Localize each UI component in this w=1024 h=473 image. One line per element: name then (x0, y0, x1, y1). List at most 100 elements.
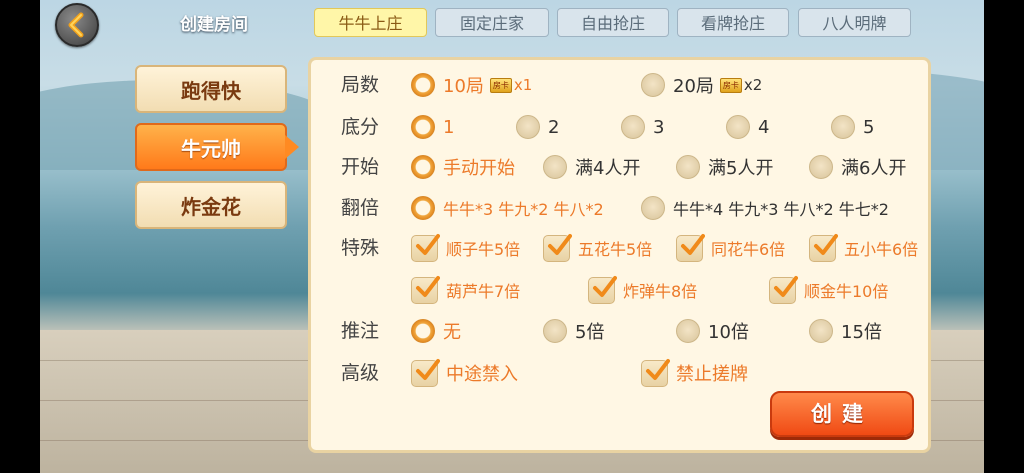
option-label: 同花牛6倍 (711, 240, 786, 259)
option-label: 10倍 (708, 322, 749, 343)
radio-unselected[interactable] (809, 155, 833, 179)
double-row: 翻倍 牛牛*3 牛九*2 牛八*2 牛牛*4 牛九*3 牛八*2 牛七*2 (311, 193, 928, 223)
start-option-6[interactable]: 满6人开 (809, 152, 906, 182)
bet-option-10[interactable]: 10倍 (676, 316, 749, 346)
start-row: 开始 手动开始 满4人开 满5人开 满6人开 (311, 152, 928, 182)
option-label: 3 (653, 116, 665, 138)
tab-eight-players[interactable]: 八人明牌 (798, 8, 911, 37)
start-option-5[interactable]: 满5人开 (676, 152, 773, 182)
option-label: 牛牛*4 牛九*3 牛八*2 牛七*2 (673, 200, 889, 219)
room-card-icon: 房卡 (719, 77, 742, 93)
special-option-five-small[interactable]: 五小牛6倍 (809, 233, 918, 263)
base-option-1[interactable]: 1 (411, 112, 454, 142)
radio-unselected[interactable] (831, 115, 855, 139)
tab-fixed-banker[interactable]: 固定庄家 (435, 8, 549, 37)
check-icon (416, 358, 440, 380)
base-option-3[interactable]: 3 (621, 112, 664, 142)
check-icon (416, 233, 440, 255)
radio-unselected[interactable] (621, 115, 645, 139)
checkbox-checked[interactable] (769, 275, 798, 304)
option-label: 2 (548, 116, 560, 138)
checkbox-checked[interactable] (411, 233, 440, 262)
back-button[interactable] (55, 3, 99, 47)
radio-selected[interactable] (411, 319, 435, 343)
option-label: 5 (863, 116, 875, 138)
special-option-full-house[interactable]: 葫芦牛7倍 (411, 275, 520, 305)
checkbox-checked[interactable] (411, 275, 440, 304)
radio-unselected[interactable] (641, 196, 665, 220)
radio-selected[interactable] (411, 73, 435, 97)
checkbox-checked[interactable] (543, 233, 572, 262)
start-label: 开始 (341, 156, 380, 178)
radio-unselected[interactable] (543, 155, 567, 179)
option-label: 满6人开 (841, 158, 907, 179)
checkbox-checked[interactable] (588, 275, 617, 304)
check-icon (593, 275, 617, 297)
rounds-option-20[interactable]: 20局 房卡 x2 (641, 70, 762, 100)
bet-option-none[interactable]: 无 (411, 316, 461, 346)
sidebar-item-zhajinhua[interactable]: 炸金花 (135, 181, 287, 229)
start-option-4[interactable]: 满4人开 (543, 152, 640, 182)
start-option-manual[interactable]: 手动开始 (411, 152, 515, 182)
radio-unselected[interactable] (543, 319, 567, 343)
radio-unselected[interactable] (676, 155, 700, 179)
option-label: 20局 (673, 76, 714, 97)
rounds-option-10[interactable]: 10局 房卡 x1 (411, 70, 532, 100)
game-screen: 创建房间 牛牛上庄 固定庄家 自由抢庄 看牌抢庄 八人明牌 跑得快 牛元帅 炸金… (40, 0, 984, 473)
option-label: 顺金牛10倍 (804, 282, 889, 301)
option-label: 顺子牛5倍 (446, 240, 521, 259)
bet-row: 推注 无 5倍 10倍 15倍 (311, 316, 928, 346)
option-label: 10局 (443, 76, 484, 97)
option-label: 炸弹牛8倍 (623, 282, 698, 301)
special-option-straight-flush[interactable]: 顺金牛10倍 (769, 275, 888, 305)
radio-selected[interactable] (411, 155, 435, 179)
check-icon (681, 233, 705, 255)
special-row: 特殊 顺子牛5倍 五花牛5倍 同花牛6倍 五小牛6倍 (311, 233, 928, 263)
base-row: 底分 1 2 3 4 5 (311, 112, 928, 142)
check-icon (548, 233, 572, 255)
double-label: 翻倍 (341, 197, 380, 219)
double-option-2[interactable]: 牛牛*4 牛九*3 牛八*2 牛七*2 (641, 193, 889, 223)
checkbox-checked[interactable] (809, 233, 838, 262)
rounds-row: 局数 10局 房卡 x1 20局 房卡 x2 (311, 70, 928, 100)
base-option-4[interactable]: 4 (726, 112, 769, 142)
checkbox-checked[interactable] (411, 358, 440, 387)
base-label: 底分 (341, 116, 380, 138)
tab-niuniu-banker[interactable]: 牛牛上庄 (314, 8, 427, 37)
option-label: 无 (443, 322, 461, 343)
advanced-row: 高级 中途禁入 禁止搓牌 (311, 358, 928, 388)
radio-unselected[interactable] (809, 319, 833, 343)
checkbox-checked[interactable] (676, 233, 705, 262)
radio-unselected[interactable] (676, 319, 700, 343)
base-option-5[interactable]: 5 (831, 112, 874, 142)
special-option-straight[interactable]: 顺子牛5倍 (411, 233, 520, 263)
radio-unselected[interactable] (726, 115, 750, 139)
advanced-option-no-join[interactable]: 中途禁入 (411, 358, 518, 388)
radio-unselected[interactable] (641, 73, 665, 97)
rounds-label: 局数 (341, 74, 380, 96)
option-label: 满5人开 (708, 158, 774, 179)
checkbox-checked[interactable] (641, 358, 670, 387)
bet-label: 推注 (341, 320, 380, 342)
special-option-five-flower[interactable]: 五花牛5倍 (543, 233, 652, 263)
option-label: 4 (758, 116, 770, 138)
advanced-option-no-rub[interactable]: 禁止搓牌 (641, 358, 748, 388)
page-title: 创建房间 (180, 15, 248, 35)
radio-selected[interactable] (411, 115, 435, 139)
sidebar-item-niuyuanshuai[interactable]: 牛元帅 (135, 123, 299, 171)
special-label: 特殊 (341, 237, 380, 259)
sidebar-item-paodekuai[interactable]: 跑得快 (135, 65, 287, 113)
radio-selected[interactable] (411, 196, 435, 220)
base-option-2[interactable]: 2 (516, 112, 559, 142)
bet-option-15[interactable]: 15倍 (809, 316, 882, 346)
special-option-bomb[interactable]: 炸弹牛8倍 (588, 275, 697, 305)
create-button[interactable]: 创建 (770, 391, 914, 437)
tab-free-grab[interactable]: 自由抢庄 (557, 8, 669, 37)
tab-look-grab[interactable]: 看牌抢庄 (677, 8, 789, 37)
option-label: 1 (443, 116, 455, 138)
radio-unselected[interactable] (516, 115, 540, 139)
bet-option-5[interactable]: 5倍 (543, 316, 604, 346)
double-option-1[interactable]: 牛牛*3 牛九*2 牛八*2 (411, 193, 604, 223)
special-option-flush[interactable]: 同花牛6倍 (676, 233, 785, 263)
back-arrow-icon (68, 12, 84, 38)
